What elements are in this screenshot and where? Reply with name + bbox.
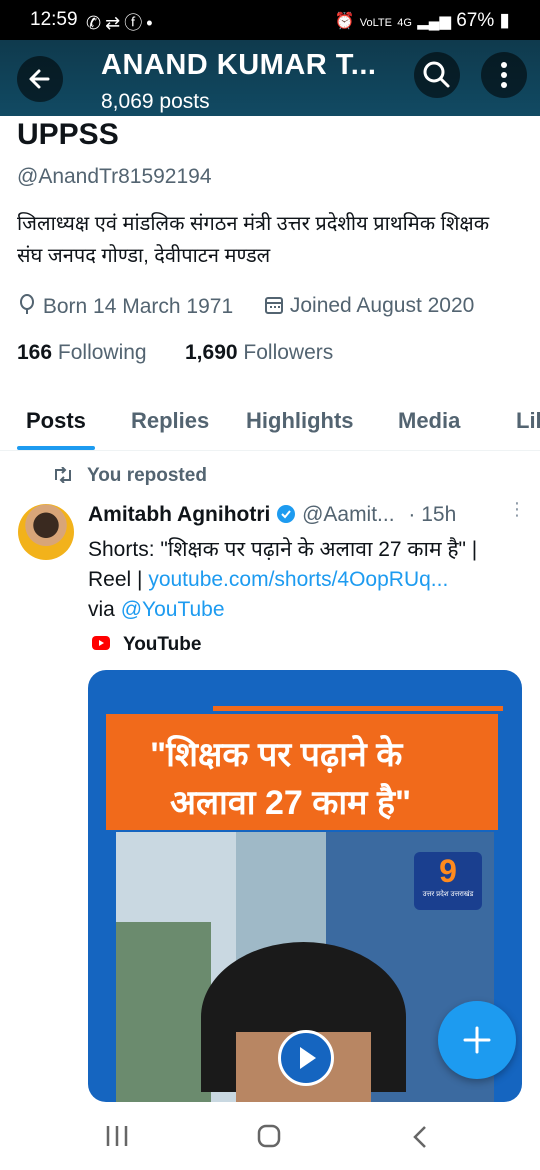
home-icon[interactable]: [256, 1123, 282, 1149]
following-link[interactable]: 166 Following: [17, 341, 147, 365]
status-time: 12:59: [30, 9, 78, 30]
author-avatar[interactable]: [18, 504, 74, 560]
calendar-icon: [265, 297, 283, 314]
followers-label: Followers: [243, 341, 334, 364]
compose-post-button[interactable]: [438, 1001, 516, 1079]
card-headline-1: "शिक्षक पर पढ़ाने के: [150, 736, 403, 774]
born-date: Born 14 March 1971: [17, 294, 233, 319]
dot-icon: •: [146, 13, 157, 33]
play-icon: [300, 1047, 316, 1069]
4g-icon: 4G: [397, 17, 412, 29]
tab-highlights[interactable]: Highlights: [246, 408, 354, 434]
post-via: via: [88, 598, 115, 621]
tv9-logo-number: 9: [439, 853, 457, 889]
post-more-icon[interactable]: ⋮: [508, 500, 526, 518]
header-posts-count: 8,069 posts: [101, 90, 210, 113]
repost-icon: [55, 466, 71, 484]
more-options-button[interactable]: [481, 52, 527, 98]
profile-name: UPPSS: [17, 118, 119, 151]
tab-replies[interactable]: Replies: [131, 408, 209, 434]
followers-count: 1,690: [185, 341, 238, 364]
photo-crowd: [116, 922, 211, 1102]
followers-link[interactable]: 1,690 Followers: [185, 341, 333, 365]
battery-percent: 67%: [456, 10, 495, 31]
active-tab-indicator: [17, 446, 95, 450]
joined-date: Joined August 2020: [264, 294, 474, 318]
youtube-icon: [92, 636, 110, 650]
header-title: ANAND KUMAR T...: [101, 49, 377, 81]
back-button[interactable]: [17, 56, 63, 102]
plus-icon: [463, 1026, 491, 1054]
tab-likes[interactable]: Likes: [516, 408, 540, 434]
balloon-icon: [20, 294, 34, 314]
status-bar: 12:59 ✆⇄ⓕ• ⏰ VoLTE 4G ▂▄▆ 67% ▮: [0, 0, 540, 40]
back-arrow-icon: [29, 69, 50, 89]
joined-text: Joined August 2020: [289, 294, 475, 317]
system-nav-bar: [0, 1102, 540, 1170]
post-link[interactable]: youtube.com/shorts/4OopRUq...: [148, 568, 448, 591]
post-text: Shorts: "शिक्षक पर पढ़ाने के अलावा 27 का…: [88, 535, 518, 625]
battery-icon: ▮: [499, 10, 510, 31]
following-label: Following: [57, 341, 147, 364]
recent-apps-icon[interactable]: [104, 1124, 130, 1148]
following-count: 166: [17, 341, 53, 364]
post-mention[interactable]: @YouTube: [121, 598, 225, 621]
tv9-logo-sub: उत्तर प्रदेश उत्तराखंड: [422, 891, 474, 898]
post-time: · 15h: [408, 503, 457, 526]
back-nav-icon[interactable]: [410, 1124, 430, 1150]
post-author-line: Amitabh Agnihotri @Aamit... · 15h: [88, 503, 456, 527]
profile-handle: @AnandTr81592194: [17, 165, 212, 188]
notification-icons: ✆⇄ⓕ•: [86, 9, 157, 35]
card-headline-2: अलावा 27 काम है": [170, 784, 412, 822]
born-text: Born 14 March 1971: [42, 295, 234, 318]
search-icon: [423, 61, 450, 88]
tv9-logo: 9 उत्तर प्रदेश उत्तराखंड: [414, 852, 482, 910]
signal-icon: ▂▄▆: [417, 13, 451, 30]
repost-icon: ⇄: [105, 13, 125, 33]
facebook-icon: ⓕ: [124, 13, 147, 33]
profile-header: ANAND KUMAR T... 8,069 posts: [0, 40, 540, 116]
repost-indicator: You reposted: [52, 465, 207, 487]
tab-posts[interactable]: Posts: [26, 408, 86, 434]
whatsapp-icon: ✆: [86, 13, 106, 33]
status-right: ⏰ VoLTE 4G ▂▄▆ 67% ▮: [335, 9, 510, 32]
search-button[interactable]: [414, 52, 460, 98]
play-button[interactable]: [278, 1030, 334, 1086]
repost-label: You reposted: [86, 465, 207, 486]
author-handle[interactable]: @Aamit...: [302, 503, 395, 526]
verified-badge-icon: [277, 505, 296, 523]
card-banner-stripe: [213, 706, 503, 711]
volte-icon: VoLTE: [359, 17, 392, 29]
profile-bio: जिलाध्यक्ष एवं मांडलिक संगठन मंत्री उत्त…: [17, 213, 490, 267]
card-source-label: YouTube: [122, 634, 202, 655]
alarm-icon: ⏰: [334, 13, 355, 30]
tab-media[interactable]: Media: [398, 408, 460, 434]
profile-tabs: Posts Replies Highlights Media Likes: [0, 392, 540, 451]
author-name[interactable]: Amitabh Agnihotri: [88, 503, 270, 526]
card-source: YouTube: [92, 634, 201, 656]
more-vertical-icon: [501, 62, 507, 88]
